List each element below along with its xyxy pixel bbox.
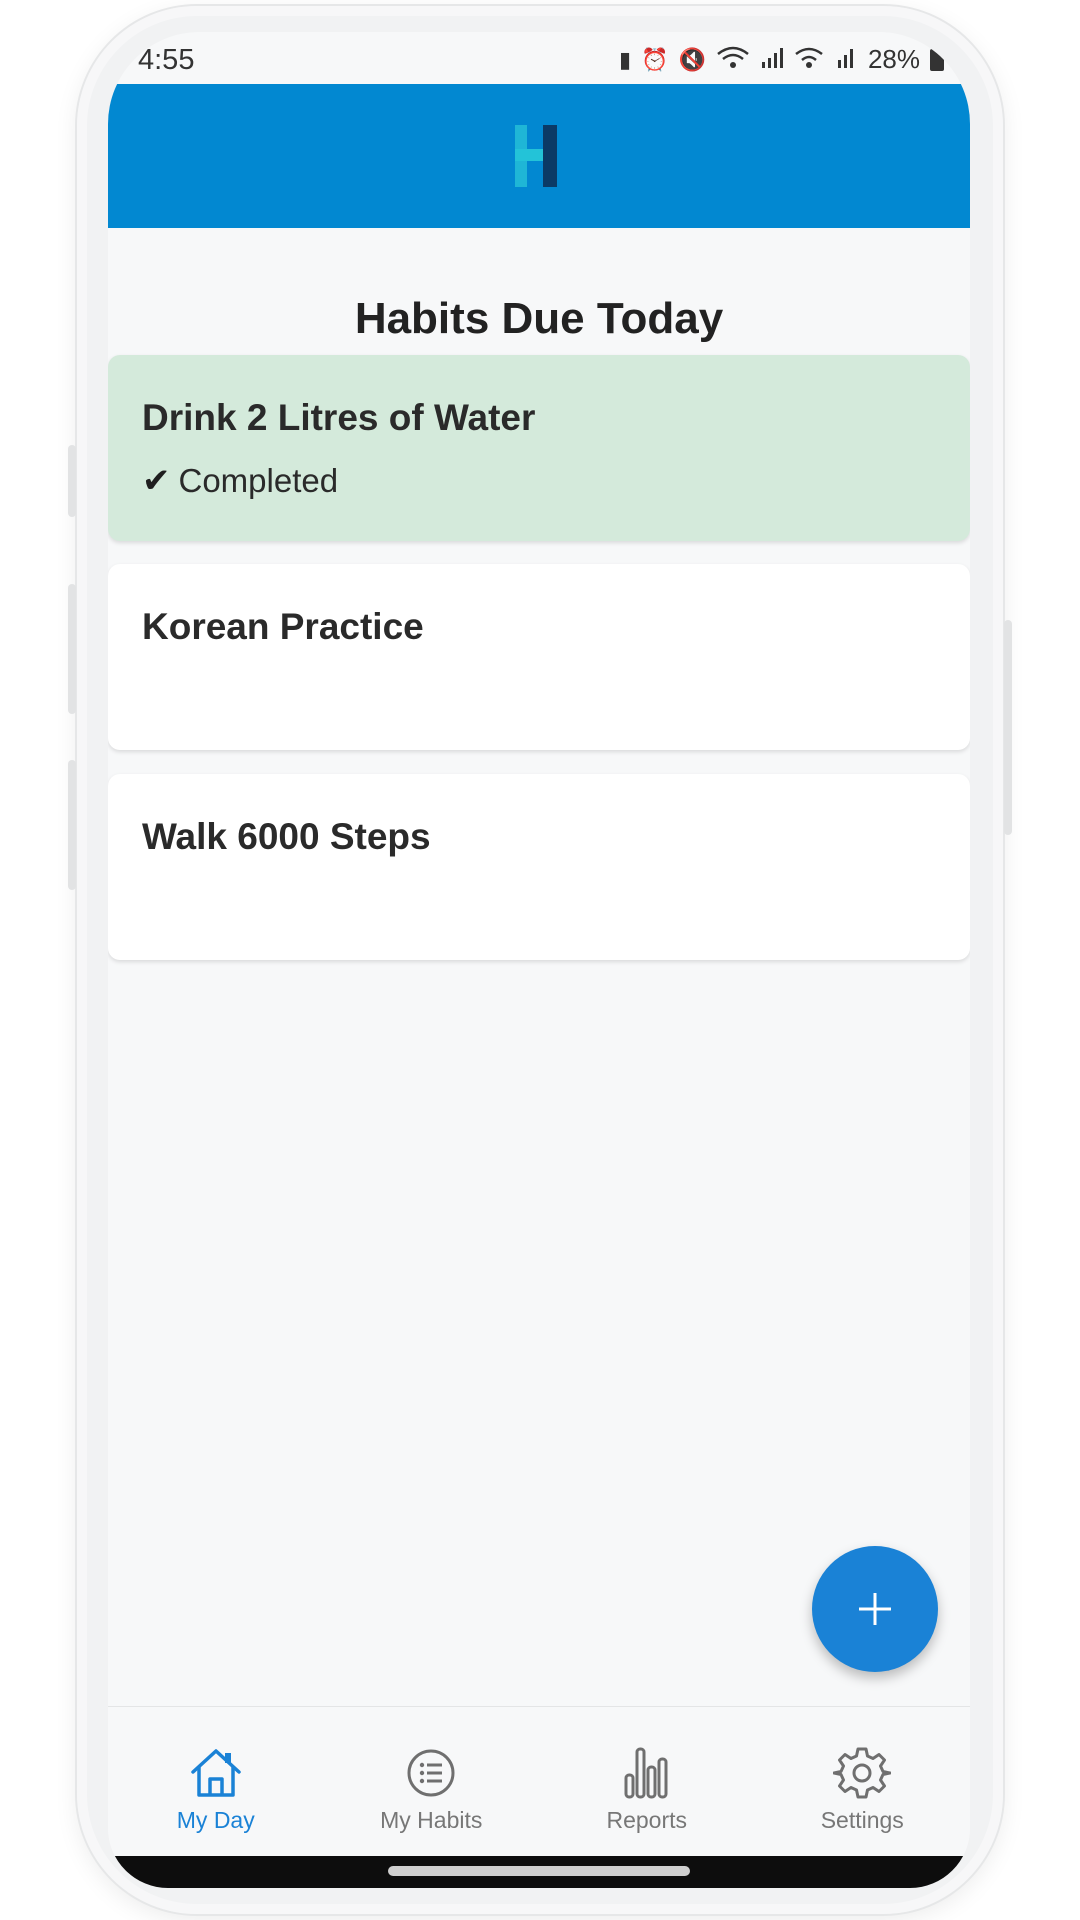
plus-icon [859, 1593, 891, 1625]
nav-label: My Habits [380, 1807, 483, 1833]
habit-name: Korean Practice [142, 606, 424, 647]
list-icon [407, 1749, 455, 1797]
habit-status-label: Completed [178, 462, 339, 499]
bottom-navigation: My Day My Habits Reports Settings [108, 1706, 970, 1857]
wifi-icon [716, 46, 750, 74]
status-time: 4:55 [138, 44, 195, 76]
status-icons: ▮ ⏰ 🔇 28% [619, 44, 944, 75]
phone-side-button [1004, 620, 1012, 835]
phone-side-button [68, 445, 76, 517]
nav-item-settings[interactable]: Settings [755, 1707, 971, 1857]
gear-icon [833, 1747, 892, 1799]
habit-status: ✔ Completed [142, 461, 936, 501]
alarm-icon: ⏰ [641, 46, 669, 72]
nav-label: My Day [176, 1807, 255, 1833]
battery-saver-icon: ▮ [619, 46, 632, 72]
habit-logo-icon [515, 125, 557, 187]
mute-icon: 🔇 [678, 46, 706, 72]
add-habit-button[interactable] [812, 1546, 938, 1672]
habit-card-drink-water[interactable]: Drink 2 Litres of Water ✔ Completed [108, 355, 970, 541]
habit-name: Walk 6000 Steps [142, 816, 431, 857]
phone-side-button [68, 584, 76, 714]
battery-percentage: 28% [867, 44, 920, 74]
signal-icon [760, 46, 784, 74]
app-header [108, 84, 970, 228]
habit-card-walk-steps[interactable]: Walk 6000 Steps [108, 774, 970, 960]
phone-screen: 4:55 ▮ ⏰ 🔇 28% Habits Due Today Drink 2 … [108, 32, 970, 1888]
phone-side-button [68, 760, 76, 890]
nav-item-my-habits[interactable]: My Habits [324, 1707, 540, 1857]
nav-label: Reports [606, 1807, 688, 1833]
bar-chart-icon [624, 1747, 668, 1799]
gesture-bar [108, 1856, 970, 1888]
nav-item-my-day[interactable]: My Day [108, 1707, 324, 1857]
nav-label: Settings [820, 1807, 904, 1833]
habit-name: Drink 2 Litres of Water [142, 397, 536, 438]
nav-item-reports[interactable]: Reports [539, 1707, 755, 1857]
home-icon [191, 1749, 241, 1797]
stage: 4:55 ▮ ⏰ 🔇 28% Habits Due Today Drink 2 … [0, 0, 1080, 1920]
home-gesture-handle[interactable] [388, 1866, 690, 1876]
battery-icon [930, 48, 944, 71]
habit-card-korean-practice[interactable]: Korean Practice [108, 564, 970, 750]
check-icon: ✔ [142, 462, 171, 500]
signal-roaming-icon [834, 46, 858, 74]
wifi-calling-icon [794, 46, 824, 74]
page-title: Habits Due Today [354, 294, 724, 343]
status-bar: 4:55 ▮ ⏰ 🔇 28% [108, 32, 970, 84]
